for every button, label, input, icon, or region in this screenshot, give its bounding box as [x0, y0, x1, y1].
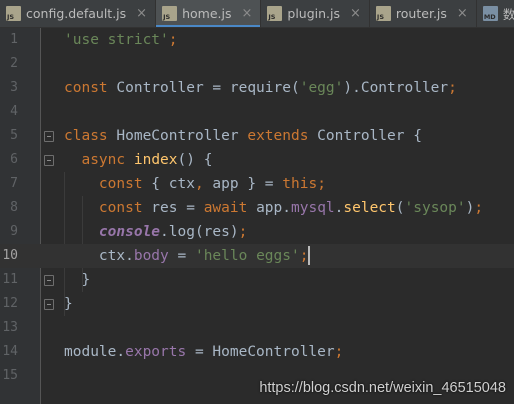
line-number: 9 — [10, 224, 18, 239]
tab-label: router.js — [395, 6, 447, 21]
fold-toggle-icon[interactable] — [44, 155, 54, 166]
line-number: 14 — [2, 344, 18, 359]
code-line[interactable]: 13 — [0, 316, 514, 340]
tab-label: home.js — [182, 6, 232, 21]
fold-toggle-icon[interactable] — [44, 275, 54, 286]
close-icon[interactable]: × — [241, 6, 252, 21]
code-text: 'use strict'; — [64, 32, 178, 48]
line-number: 10 — [2, 248, 18, 263]
line-number: 7 — [10, 176, 18, 191]
code-text: ctx.body = 'hello eggs'; — [64, 248, 309, 264]
line-number: 13 — [2, 320, 18, 335]
tab-home-js[interactable]: JS home.js × — [156, 0, 261, 27]
code-line[interactable]: 6 async index() { — [0, 148, 514, 172]
code-text: const res = await app.mysql.select('syso… — [98, 200, 484, 216]
tab-db-design-md[interactable]: MD 数据库设计 — [477, 0, 514, 27]
code-line[interactable]: 12} — [0, 292, 514, 316]
line-number: 2 — [10, 56, 18, 71]
code-line[interactable]: 4 — [0, 100, 514, 124]
code-line[interactable]: 10 ctx.body = 'hello eggs'; — [0, 244, 514, 268]
code-line[interactable]: 8 const res = await app.mysql.select('sy… — [0, 196, 514, 220]
close-icon[interactable]: × — [457, 6, 468, 21]
code-text: console.log(res); — [98, 224, 248, 240]
line-number: 8 — [10, 200, 18, 215]
tab-label: config.default.js — [26, 6, 127, 21]
tab-plugin-js[interactable]: JS plugin.js × — [261, 0, 369, 27]
fold-toggle-icon[interactable] — [44, 299, 54, 310]
code-editor[interactable]: 1 'use strict'; 2 3 const Controller = requi… — [0, 28, 514, 404]
line-number: 15 — [2, 368, 18, 383]
line-number: 4 — [10, 104, 18, 119]
code-text: } — [64, 272, 91, 288]
code-line[interactable]: 7 const { ctx, app } = this; — [0, 172, 514, 196]
code-text: class HomeController extends Controller … — [64, 128, 422, 144]
code-text: async index() { — [81, 152, 213, 168]
code-text: const { ctx, app } = this; — [98, 176, 326, 192]
watermark: https://blog.csdn.net/weixin_46515048 — [259, 380, 506, 396]
code-line[interactable]: 2 — [0, 52, 514, 76]
tab-label: 数据库设计 — [503, 4, 514, 23]
code-line[interactable]: 11 } — [0, 268, 514, 292]
line-number: 12 — [2, 296, 18, 311]
line-number: 6 — [10, 152, 18, 167]
line-number: 3 — [10, 80, 18, 95]
code-line[interactable]: 5 class HomeController extends Controller… — [0, 124, 514, 148]
line-number: 5 — [10, 128, 18, 143]
code-line[interactable]: 9 console.log(res); — [0, 220, 514, 244]
code-line[interactable]: 1 'use strict'; — [0, 28, 514, 52]
line-number: 1 — [10, 32, 18, 47]
js-file-icon: JS — [162, 6, 178, 21]
close-icon[interactable]: × — [350, 6, 361, 21]
fold-toggle-icon[interactable] — [44, 131, 54, 142]
code-line[interactable]: 3 const Controller = require('egg').Contr… — [0, 76, 514, 100]
line-number: 11 — [2, 272, 18, 287]
close-icon[interactable]: × — [136, 6, 147, 21]
tab-label: plugin.js — [287, 6, 341, 21]
tab-config-default-js[interactable]: JS config.default.js × — [0, 0, 155, 27]
text-caret — [308, 246, 310, 265]
editor-tab-bar: JS config.default.js × JS home.js × JS p… — [0, 0, 514, 28]
js-file-icon: JS — [6, 6, 21, 21]
tab-router-js[interactable]: JS router.js × — [370, 0, 476, 27]
md-file-icon: MD — [482, 6, 498, 21]
js-file-icon: JS — [267, 6, 283, 21]
code-text: module.exports = HomeController; — [64, 344, 344, 360]
js-file-icon: JS — [375, 6, 391, 21]
code-text: const Controller = require('egg').Contro… — [64, 80, 457, 96]
code-line[interactable]: 14 module.exports = HomeController; — [0, 340, 514, 364]
code-text: } — [64, 296, 73, 312]
